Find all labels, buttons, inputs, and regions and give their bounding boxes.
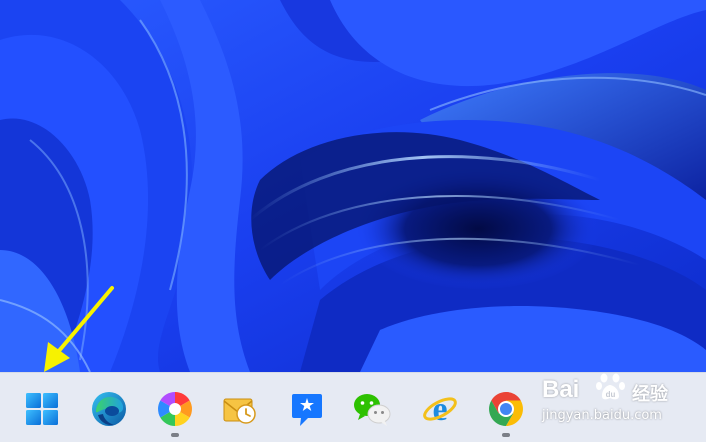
color-wheel-app-icon (156, 390, 194, 428)
taskbar-wechat[interactable] (350, 387, 394, 431)
taskbar: e (0, 372, 706, 442)
taskbar-mail[interactable] (218, 387, 262, 431)
dingtalk-icon (288, 390, 324, 428)
internet-explorer-icon: e (421, 390, 459, 428)
windows-start-icon (24, 391, 60, 427)
wechat-icon (352, 390, 392, 428)
taskbar-edge[interactable] (87, 387, 131, 431)
svg-text:e: e (432, 391, 447, 428)
running-indicator (502, 433, 510, 437)
chrome-icon (487, 390, 525, 428)
taskbar-color-app[interactable] (153, 387, 197, 437)
taskbar-dingtalk[interactable] (284, 387, 328, 431)
running-indicator (171, 433, 179, 437)
taskbar-internet-explorer[interactable]: e (418, 387, 462, 431)
taskbar-chrome[interactable] (484, 387, 528, 437)
microsoft-edge-icon (90, 390, 128, 428)
mail-clock-icon (221, 390, 259, 428)
desktop-wallpaper (0, 0, 706, 372)
desktop-screen: e Bai du 经验 jingyan.baidu.com (0, 0, 706, 442)
start-button[interactable] (20, 387, 64, 431)
